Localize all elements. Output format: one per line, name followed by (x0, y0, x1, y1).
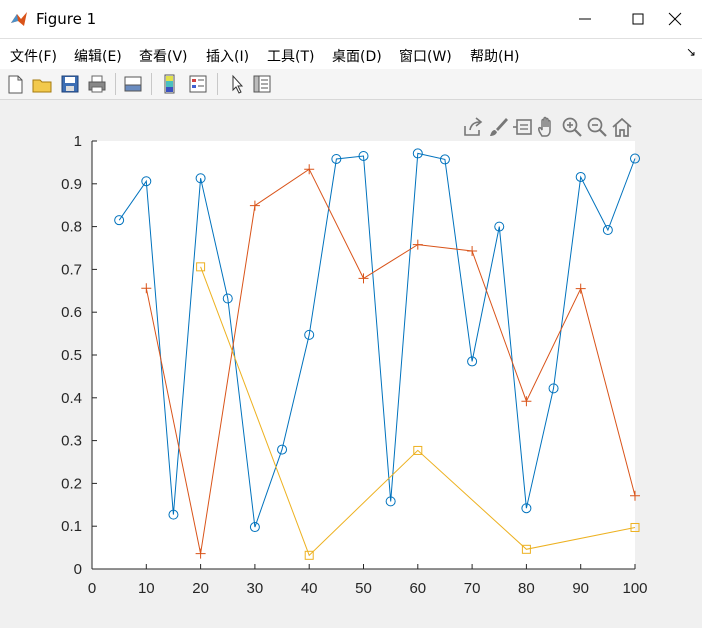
x-tick-label: 0 (88, 580, 96, 597)
x-tick-label: 20 (192, 580, 209, 597)
y-tick-label: 0.4 (61, 390, 82, 407)
y-tick-label: 0.2 (61, 475, 82, 492)
new-figure-icon[interactable] (4, 73, 26, 95)
y-tick-label: 0.7 (61, 261, 82, 278)
title-bar: Figure 1 (0, 0, 702, 38)
x-tick-label: 90 (572, 580, 589, 597)
open-folder-icon[interactable] (31, 73, 53, 95)
save-icon[interactable] (59, 73, 81, 95)
y-tick-label: 0 (74, 561, 82, 578)
legend-icon[interactable] (187, 73, 209, 95)
menu-file[interactable]: 文件(F) (10, 46, 57, 66)
toolbar-separator (151, 73, 152, 95)
menu-tools[interactable]: 工具(T) (267, 46, 314, 66)
y-tick-label: 0.3 (61, 433, 82, 450)
menu-view[interactable]: 查看(V) (139, 46, 188, 66)
property-inspector-icon[interactable] (251, 73, 273, 95)
axes-background (92, 141, 635, 569)
figure-toolbar (0, 69, 702, 100)
x-tick-label: 70 (464, 580, 481, 597)
pointer-icon[interactable] (225, 73, 247, 95)
close-icon (668, 12, 682, 26)
toolbar-separator (115, 73, 116, 95)
y-tick-label: 0.5 (61, 347, 82, 364)
y-tick-label: 0.9 (61, 176, 82, 193)
menu-desktop[interactable]: 桌面(D) (332, 46, 382, 66)
y-tick-label: 0.1 (61, 518, 82, 535)
minimize-button[interactable] (558, 0, 612, 38)
close-button[interactable] (648, 0, 702, 38)
x-tick-label: 30 (247, 580, 264, 597)
x-tick-label: 80 (518, 580, 535, 597)
window-title: Figure 1 (36, 10, 97, 28)
y-tick-label: 0.6 (61, 304, 82, 321)
y-tick-label: 0.8 (61, 219, 82, 236)
plot-area: 0 10 20 30 40 50 60 70 80 90 100 0 0.1 0.2 0.3 0.4 0.5 0… (61, 133, 647, 597)
x-tick-label: 40 (301, 580, 318, 597)
menu-window[interactable]: 窗口(W) (399, 46, 452, 66)
menu-help[interactable]: 帮助(H) (470, 46, 519, 66)
menu-bar: 文件(F) 编辑(E) 查看(V) 插入(I) 工具(T) 桌面(D) 窗口(W… (0, 38, 702, 69)
x-tick-label: 10 (138, 580, 155, 597)
colorbar-icon[interactable] (159, 73, 181, 95)
y-tick-label: 1 (74, 133, 82, 150)
print-icon[interactable] (86, 73, 108, 95)
menu-edit[interactable]: 编辑(E) (74, 46, 122, 66)
matlab-logo-icon (11, 12, 27, 26)
menu-insert[interactable]: 插入(I) (206, 46, 249, 66)
minimize-icon (579, 18, 591, 20)
x-tick-label: 100 (622, 580, 647, 597)
toolbar-separator (217, 73, 218, 95)
x-tick-label: 50 (355, 580, 372, 597)
x-tick-label: 60 (409, 580, 426, 597)
link-plot-icon[interactable] (122, 73, 144, 95)
menu-dock-arrow-icon[interactable]: ↘ (686, 45, 696, 59)
